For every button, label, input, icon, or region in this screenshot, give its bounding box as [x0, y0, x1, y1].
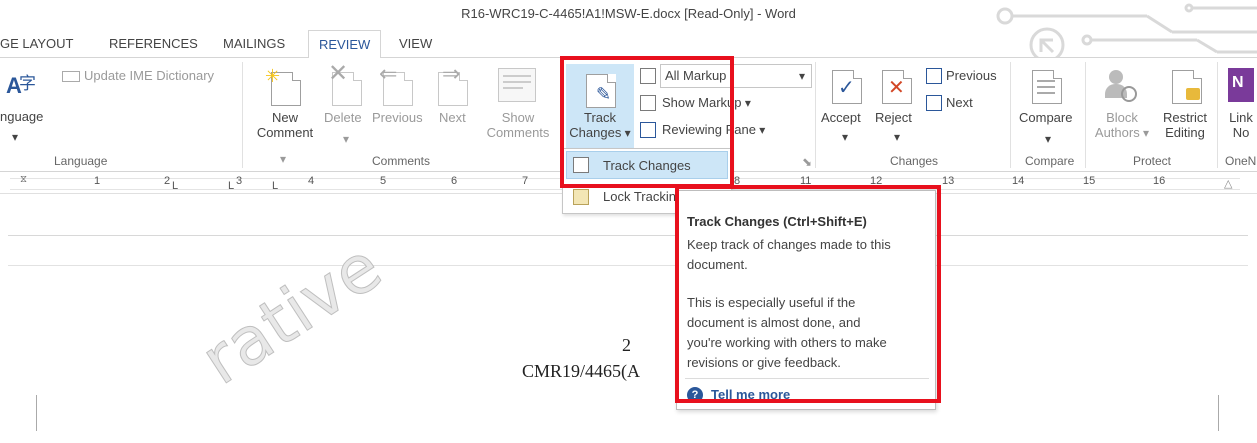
- tab-mailings[interactable]: MAILINGS: [223, 36, 285, 51]
- tab-stop-marker[interactable]: L: [172, 180, 178, 192]
- linked-notes-line2: No: [1232, 125, 1250, 140]
- right-indent-marker-icon[interactable]: △: [1224, 177, 1232, 190]
- ruler-number: 5: [380, 175, 387, 187]
- language-group-label: Language: [54, 154, 108, 168]
- next-comment-button[interactable]: Next: [439, 110, 466, 125]
- accept-button[interactable]: Accept: [821, 110, 861, 125]
- next-comment-icon: ⇒: [432, 63, 472, 106]
- linked-notes-line1: Link: [1229, 110, 1253, 125]
- title-bar: R16-WRC19-C-4465!A1!MSW-E.docx [Read-Onl…: [0, 0, 1257, 60]
- group-separator: [1085, 62, 1086, 168]
- chevron-down-icon: ▾: [894, 130, 901, 144]
- margin-marker: [1218, 395, 1219, 431]
- ruler-number: 3: [236, 175, 243, 187]
- ruler-number: 14: [1012, 175, 1025, 187]
- update-ime-label: Update IME Dictionary: [84, 68, 215, 83]
- show-comments-line2: Comments: [486, 125, 550, 140]
- restrict-editing-line2: Editing: [1165, 125, 1205, 140]
- ruler-number: 1: [94, 175, 101, 187]
- show-comments-line1: Show: [501, 110, 535, 125]
- previous-change-icon: [926, 68, 942, 84]
- next-change-icon: [926, 95, 942, 111]
- language-icon: A 字: [6, 73, 36, 98]
- menu-item-lock-tracking[interactable]: Lock Tracking: [603, 189, 683, 204]
- page-boundary-line: [8, 265, 1248, 266]
- update-ime-button[interactable]: Update IME Dictionary: [62, 68, 214, 83]
- page-boundary-line: [8, 235, 1248, 236]
- comments-group-label: Comments: [372, 154, 431, 168]
- tab-view[interactable]: VIEW: [399, 36, 432, 51]
- chevron-down-icon: ▾: [343, 132, 350, 146]
- group-separator: [815, 62, 816, 168]
- page-number: 2: [622, 335, 631, 355]
- restrict-editing-icon: [1172, 70, 1204, 106]
- accept-icon: ✓: [832, 70, 864, 106]
- restrict-editing-line1: Restrict: [1162, 110, 1208, 125]
- chevron-down-icon: ▾: [12, 130, 19, 144]
- block-authors-line1: Block: [1106, 110, 1138, 125]
- onenote-group-label: OneN: [1225, 154, 1257, 168]
- compare-icon: [1032, 70, 1064, 106]
- annotation-highlight-box: [560, 56, 734, 188]
- ruler-number: 16: [1153, 175, 1166, 187]
- chevron-down-icon: ▾: [280, 152, 287, 166]
- new-comment-button[interactable]: New Comment: [250, 110, 320, 140]
- previous-change-button[interactable]: Previous: [946, 68, 997, 83]
- new-comment-line1: New: [271, 110, 298, 125]
- language-button[interactable]: nguage: [0, 109, 43, 124]
- tab-references[interactable]: REFERENCES: [109, 36, 198, 51]
- delete-comment-icon: ✕: [326, 62, 366, 106]
- annotation-highlight-box: [675, 185, 941, 403]
- protect-group-label: Protect: [1133, 154, 1172, 168]
- ruler-number: 7: [522, 175, 529, 187]
- lock-icon: [573, 189, 589, 205]
- restrict-editing-button[interactable]: Restrict Editing: [1155, 110, 1215, 140]
- reject-button[interactable]: Reject: [875, 110, 912, 125]
- margin-marker: [36, 395, 37, 431]
- ruler-number: 6: [451, 175, 458, 187]
- tab-stop-marker[interactable]: L: [272, 180, 278, 192]
- previous-comment-icon: ⇐: [377, 63, 417, 106]
- chevron-down-icon: ▾: [755, 123, 766, 137]
- ruler-number: 13: [942, 175, 955, 187]
- tab-stop-marker[interactable]: L: [228, 180, 234, 192]
- previous-comment-button[interactable]: Previous: [372, 110, 423, 125]
- ribbon-tabs: GE LAYOUT REFERENCES MAILINGS REVIEW VIE…: [0, 30, 1257, 59]
- chevron-down-icon: ▾: [741, 96, 751, 110]
- compare-button[interactable]: Compare: [1019, 110, 1072, 125]
- block-authors-line2: Authors: [1094, 125, 1140, 140]
- chevron-down-icon: ▾: [1139, 126, 1150, 140]
- tracking-dialog-launcher-icon[interactable]: ⬊: [802, 155, 812, 169]
- new-comment-icon: ✳: [265, 66, 305, 106]
- group-separator: [242, 62, 243, 168]
- chevron-down-icon: ▾: [842, 130, 849, 144]
- chevron-down-icon: ▾: [799, 69, 806, 83]
- chevron-down-icon: ▾: [1045, 132, 1052, 146]
- onenote-icon: N: [1228, 68, 1254, 102]
- compare-group-label: Compare: [1025, 154, 1075, 168]
- keyboard-icon: [62, 71, 80, 83]
- group-separator: [1217, 62, 1218, 168]
- new-comment-line2: Comment: [256, 125, 314, 140]
- ruler-number: 2: [164, 175, 171, 187]
- changes-group-label: Changes: [890, 154, 939, 168]
- tab-page-layout[interactable]: GE LAYOUT: [0, 36, 73, 51]
- document-canvas[interactable]: 2 CMR19/4465(A: [0, 195, 1257, 443]
- ruler-number: 4: [308, 175, 315, 187]
- delete-comment-button[interactable]: Delete: [324, 110, 362, 125]
- reject-icon: ✕: [882, 70, 914, 106]
- tab-review[interactable]: REVIEW: [308, 30, 382, 59]
- block-authors-icon: [1105, 70, 1145, 106]
- ruler-number: 15: [1083, 175, 1096, 187]
- document-reference: CMR19/4465(A: [522, 361, 641, 381]
- show-comments-icon: [498, 68, 536, 102]
- group-separator: [1010, 62, 1011, 168]
- linked-notes-button[interactable]: Link No: [1225, 110, 1257, 140]
- indent-marker-icon[interactable]: ⧖: [20, 174, 27, 185]
- block-authors-button[interactable]: Block Authors ▾: [1092, 110, 1152, 140]
- show-comments-button[interactable]: Show Comments: [478, 110, 558, 140]
- next-change-button[interactable]: Next: [946, 95, 973, 110]
